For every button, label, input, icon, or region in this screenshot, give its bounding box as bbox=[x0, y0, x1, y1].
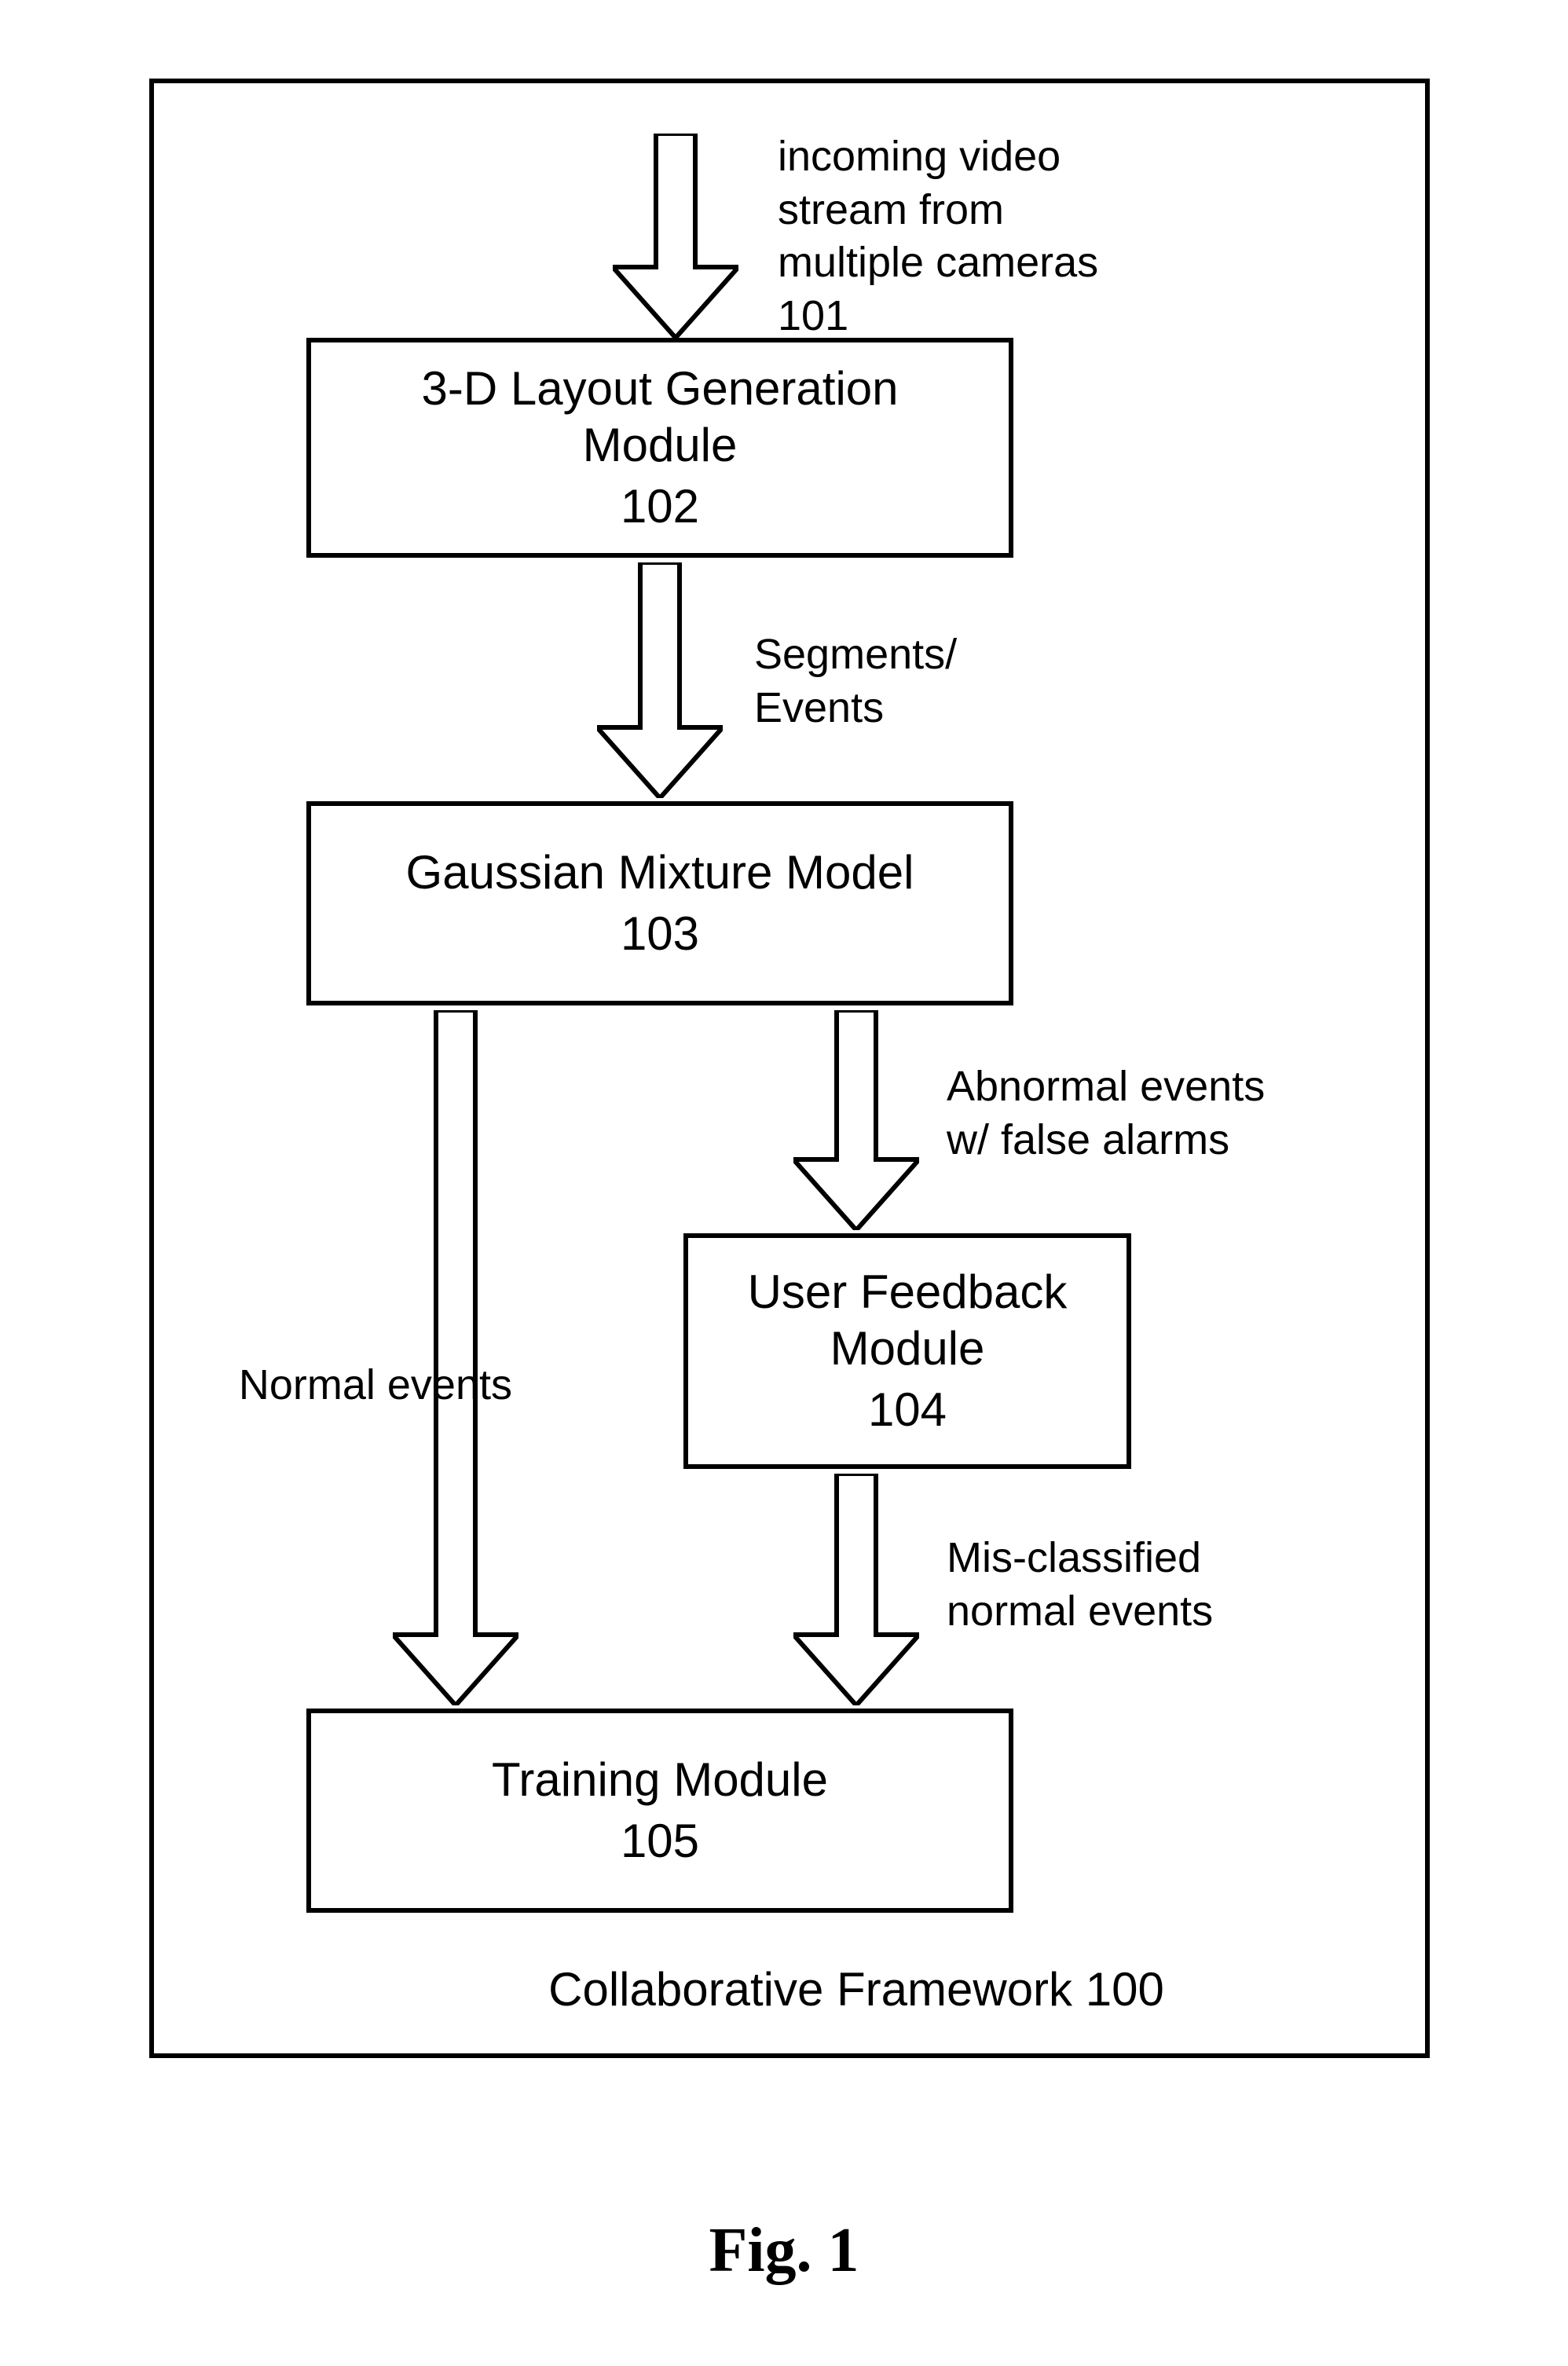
box-user-feedback-module: User Feedback Module 104 bbox=[683, 1233, 1131, 1469]
edge-misclassified-label: Mis-classified normal events bbox=[947, 1532, 1300, 1638]
arrow-104-to-105 bbox=[793, 1474, 919, 1705]
edge-abnormal-events-label: Abnormal events w/ false alarms bbox=[947, 1060, 1355, 1167]
box-104-number: 104 bbox=[868, 1382, 947, 1438]
box-103-title: Gaussian Mixture Model bbox=[406, 844, 914, 901]
input-label: incoming video stream from multiple came… bbox=[778, 130, 1218, 342]
edge-normal-events-label: Normal events bbox=[198, 1359, 512, 1412]
arrow-102-to-103 bbox=[597, 562, 723, 798]
box-102-number: 102 bbox=[621, 478, 699, 535]
box-gaussian-mixture-model: Gaussian Mixture Model 103 bbox=[306, 801, 1013, 1005]
figure-caption: Fig. 1 bbox=[0, 2215, 1568, 2287]
edge-102-103-label: Segments/ Events bbox=[754, 628, 1037, 734]
box-103-number: 103 bbox=[621, 906, 699, 962]
box-training-module: Training Module 105 bbox=[306, 1709, 1013, 1913]
arrow-103-to-104 bbox=[793, 1010, 919, 1230]
box-105-number: 105 bbox=[621, 1813, 699, 1870]
box-3d-layout-generation: 3-D Layout Generation Module 102 bbox=[306, 338, 1013, 558]
box-104-title: User Feedback Module bbox=[748, 1264, 1068, 1377]
box-105-title: Training Module bbox=[492, 1752, 828, 1808]
box-102-title: 3-D Layout Generation Module bbox=[421, 361, 898, 474]
arrow-input-to-102 bbox=[613, 134, 738, 338]
page: incoming video stream from multiple came… bbox=[0, 0, 1568, 2366]
framework-caption: Collaborative Framework 100 bbox=[503, 1962, 1210, 2016]
arrow-103-to-105-left bbox=[393, 1010, 518, 1705]
